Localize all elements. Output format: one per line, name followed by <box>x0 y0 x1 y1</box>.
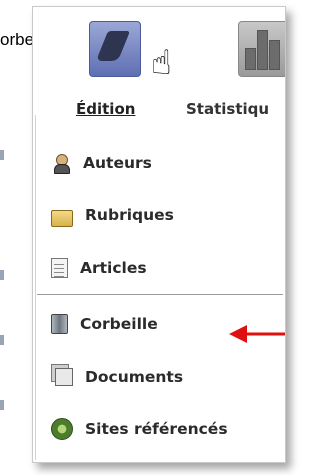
menu-separator <box>37 294 283 295</box>
menu-item-label: Articles <box>80 259 147 277</box>
menu-item-auteurs[interactable]: Auteurs <box>37 137 283 189</box>
arrow-head <box>229 325 247 343</box>
document-icon <box>51 258 68 278</box>
menu-item-label: Documents <box>85 368 184 386</box>
bg-mark <box>0 335 4 345</box>
tab-statistics[interactable]: Statistiqu <box>186 100 269 118</box>
bar-chart-icon[interactable] <box>238 21 285 77</box>
menu-item-label: Rubriques <box>85 206 174 224</box>
bg-mark <box>0 400 4 410</box>
menu-item-sites-references[interactable]: Sites référencés <box>37 403 283 455</box>
chart-bar <box>269 40 280 70</box>
sites-icon <box>51 418 73 440</box>
menu-item-articles[interactable]: Articles <box>37 242 283 294</box>
tab-edition[interactable]: Édition <box>76 100 135 118</box>
pen-shape <box>95 31 131 61</box>
trash-icon <box>51 314 68 334</box>
menu-item-documents[interactable]: Documents <box>37 351 283 403</box>
background-page <box>0 0 28 475</box>
pencil-icon[interactable] <box>89 21 141 77</box>
hand-cursor-icon: ☝ <box>151 43 172 83</box>
bg-mark <box>0 150 4 160</box>
menu-item-label: Auteurs <box>83 154 152 172</box>
bg-mark <box>0 270 4 280</box>
menu-item-label: Sites référencés <box>85 420 228 438</box>
chart-bar <box>257 30 268 70</box>
documents-icon <box>55 368 73 386</box>
menu-item-label: Corbeille <box>80 315 158 333</box>
folder-icon <box>51 209 73 227</box>
chart-bar <box>245 48 256 70</box>
edition-dropdown-menu: ☝ Édition Statistiqu Auteurs Rubriques A… <box>32 6 286 463</box>
menu-left-rule <box>35 115 36 460</box>
user-icon <box>51 153 71 174</box>
menu-item-rubriques[interactable]: Rubriques <box>37 189 283 241</box>
red-arrow-annotation <box>229 325 285 343</box>
